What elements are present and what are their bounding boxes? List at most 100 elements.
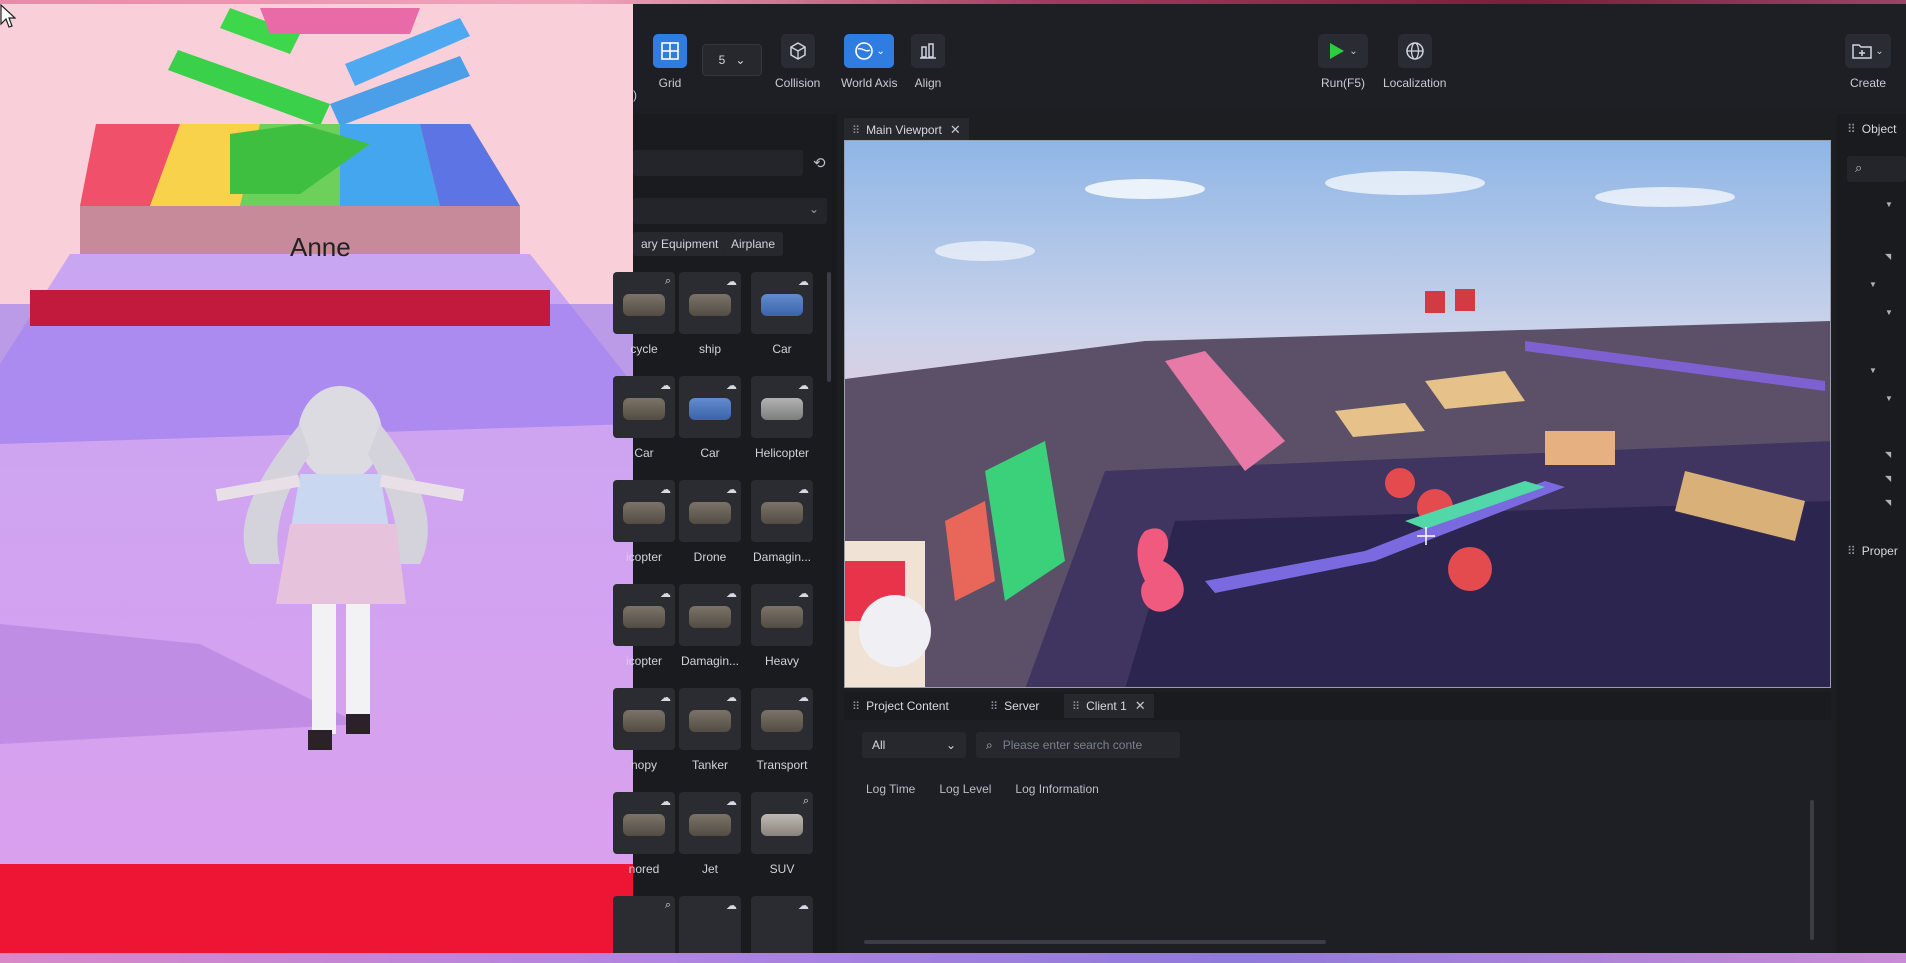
- asset-item[interactable]: ☁ ship: [679, 272, 741, 356]
- asset-item[interactable]: ⌕ SUV: [751, 792, 813, 876]
- asset-item[interactable]: ☁ icopter: [613, 480, 675, 564]
- asset-search-input[interactable]: [633, 150, 803, 176]
- tab-client-1-label: Client 1: [1086, 699, 1127, 713]
- game-scene-graphic: [0, 4, 633, 953]
- game-preview[interactable]: Anne: [0, 4, 633, 953]
- asset-item[interactable]: ☁ Damagin...: [679, 584, 741, 668]
- asset-item[interactable]: ⌕ cycle: [613, 272, 675, 356]
- console-log-area: All ⌄ ⌕ Please enter search conte Log Ti…: [844, 720, 1831, 953]
- log-filter-select[interactable]: All ⌄: [862, 732, 966, 758]
- helicopter-model-icon: ☁: [751, 376, 813, 438]
- tree-expand-icon[interactable]: ◥: [1885, 252, 1891, 261]
- collision-tool[interactable]: Collision: [775, 34, 820, 90]
- log-search-input[interactable]: ⌕ Please enter search conte: [976, 732, 1180, 758]
- ship-model-icon: ☁: [679, 272, 741, 334]
- asset-item[interactable]: ☁ nored: [613, 792, 675, 876]
- create-tool[interactable]: ⌄ Create: [1845, 34, 1891, 90]
- asset-item[interactable]: ☁ Drone: [679, 480, 741, 564]
- asset-item[interactable]: ☁ Tanker: [679, 688, 741, 772]
- grid-label: Grid: [658, 76, 682, 90]
- world-axis-label: World Axis: [841, 76, 898, 90]
- category-chip-equipment[interactable]: ary Equipment: [633, 232, 727, 256]
- editor-window: ) Grid 5 ⌄ Collision ⌄ World Axis Align …: [613, 4, 1906, 958]
- toolbar-clipped-label: ): [633, 88, 637, 102]
- tab-main-viewport-label: Main Viewport: [866, 123, 942, 137]
- align-label: Align: [914, 76, 942, 90]
- vehicle-model-icon: ⌕: [613, 896, 675, 958]
- asset-scrollbar[interactable]: [827, 272, 831, 382]
- category-chip-airplane[interactable]: Airplane: [723, 232, 784, 256]
- mouse-cursor-icon: [0, 4, 16, 28]
- asset-item[interactable]: ☁: [751, 896, 813, 958]
- asset-item[interactable]: ☁ Transport: [751, 688, 813, 772]
- main-viewport-canvas[interactable]: [844, 140, 1831, 688]
- grid-icon[interactable]: [653, 34, 687, 68]
- console-tab-bar: ⠿ Project Content ⠿ Server ⠿ Client 1 ✕: [844, 692, 1831, 720]
- globe-icon[interactable]: [1397, 34, 1432, 68]
- localization-label: Localization: [1383, 76, 1447, 90]
- chevron-down-icon: ⌄: [945, 738, 956, 752]
- asset-item[interactable]: ☁ Helicopter: [751, 376, 813, 460]
- asset-item[interactable]: ☁: [679, 896, 741, 958]
- tree-expand-icon[interactable]: ▼: [1885, 200, 1893, 209]
- asset-library-panel: ⟲ ⌄ ary Equipment Airplane ⌕ cycle ☁ ship …: [613, 114, 837, 958]
- frame-bottom-border: [0, 953, 1906, 963]
- log-vertical-scrollbar[interactable]: [1810, 800, 1814, 940]
- close-icon[interactable]: ✕: [1135, 698, 1146, 714]
- drag-handle-icon[interactable]: ⠿: [852, 124, 860, 137]
- asset-item[interactable]: ☁ icopter: [613, 584, 675, 668]
- asset-item[interactable]: ☁ Car: [613, 376, 675, 460]
- tree-expand-icon[interactable]: ▼: [1885, 394, 1893, 403]
- column-log-time[interactable]: Log Time: [866, 782, 915, 796]
- tab-client-1[interactable]: ⠿ Client 1 ✕: [1064, 694, 1154, 718]
- armored-model-icon: ☁: [613, 792, 675, 854]
- run-tool[interactable]: ⌄ Run(F5): [1318, 34, 1368, 90]
- asset-filter-select[interactable]: ⌄: [633, 198, 827, 224]
- align-tool[interactable]: Align: [911, 34, 945, 90]
- tanker-model-icon: ☁: [679, 688, 741, 750]
- localization-tool[interactable]: Localization: [1383, 34, 1446, 90]
- column-log-information[interactable]: Log Information: [1015, 782, 1098, 796]
- tree-expand-icon[interactable]: ▼: [1885, 308, 1893, 317]
- log-horizontal-scrollbar[interactable]: [864, 940, 1326, 944]
- tab-main-viewport[interactable]: ⠿ Main Viewport ✕: [844, 118, 969, 142]
- close-icon[interactable]: ✕: [950, 122, 961, 138]
- asset-item[interactable]: ☁ Car: [679, 376, 741, 460]
- damaged-vehicle-model-icon: ☁: [679, 584, 741, 646]
- grid-size-select[interactable]: 5 ⌄: [702, 44, 762, 76]
- tree-expand-icon[interactable]: ◥: [1885, 450, 1891, 459]
- tab-project-content[interactable]: ⠿ Project Content: [844, 694, 957, 718]
- vehicle-model-icon: ☁: [679, 896, 741, 958]
- drag-handle-icon[interactable]: ⠿: [1072, 700, 1080, 713]
- car-model-icon: ☁: [751, 272, 813, 334]
- world-axis-tool[interactable]: ⌄ World Axis: [841, 34, 897, 90]
- asset-item[interactable]: ☁ Car: [751, 272, 813, 356]
- asset-item[interactable]: ☁ nopy: [613, 688, 675, 772]
- drag-handle-icon[interactable]: ⠿: [1847, 122, 1856, 136]
- grid-tool[interactable]: Grid: [653, 34, 687, 90]
- player-nameplate: Anne: [290, 232, 351, 262]
- tree-expand-icon[interactable]: ▼: [1869, 280, 1877, 289]
- create-folder-icon[interactable]: ⌄: [1845, 34, 1891, 68]
- chevron-down-icon: ⌄: [735, 53, 746, 67]
- column-log-level[interactable]: Log Level: [939, 782, 991, 796]
- drag-handle-icon[interactable]: ⠿: [1847, 544, 1856, 558]
- tree-expand-icon[interactable]: ◥: [1885, 498, 1891, 507]
- drag-handle-icon[interactable]: ⠿: [990, 700, 998, 713]
- object-search-input[interactable]: ⌕: [1847, 156, 1906, 182]
- world-axis-icon[interactable]: ⌄: [844, 34, 895, 68]
- tree-expand-icon[interactable]: ▼: [1869, 366, 1877, 375]
- align-icon[interactable]: [911, 34, 945, 68]
- asset-item[interactable]: ☁ Heavy: [751, 584, 813, 668]
- asset-item[interactable]: ⌕: [613, 896, 675, 958]
- tree-expand-icon[interactable]: ◥: [1885, 474, 1891, 483]
- drag-handle-icon[interactable]: ⠿: [852, 700, 860, 713]
- tab-server[interactable]: ⠿ Server: [982, 694, 1047, 718]
- log-table-header: Log Time Log Level Log Information: [866, 782, 1099, 796]
- collision-icon[interactable]: [780, 34, 815, 68]
- asset-item[interactable]: ☁ Damagin...: [751, 480, 813, 564]
- play-icon[interactable]: ⌄: [1318, 34, 1368, 68]
- asset-item[interactable]: ☁ Jet: [679, 792, 741, 876]
- refresh-icon[interactable]: ⟲: [813, 154, 826, 172]
- grid-size-value: 5: [718, 53, 726, 67]
